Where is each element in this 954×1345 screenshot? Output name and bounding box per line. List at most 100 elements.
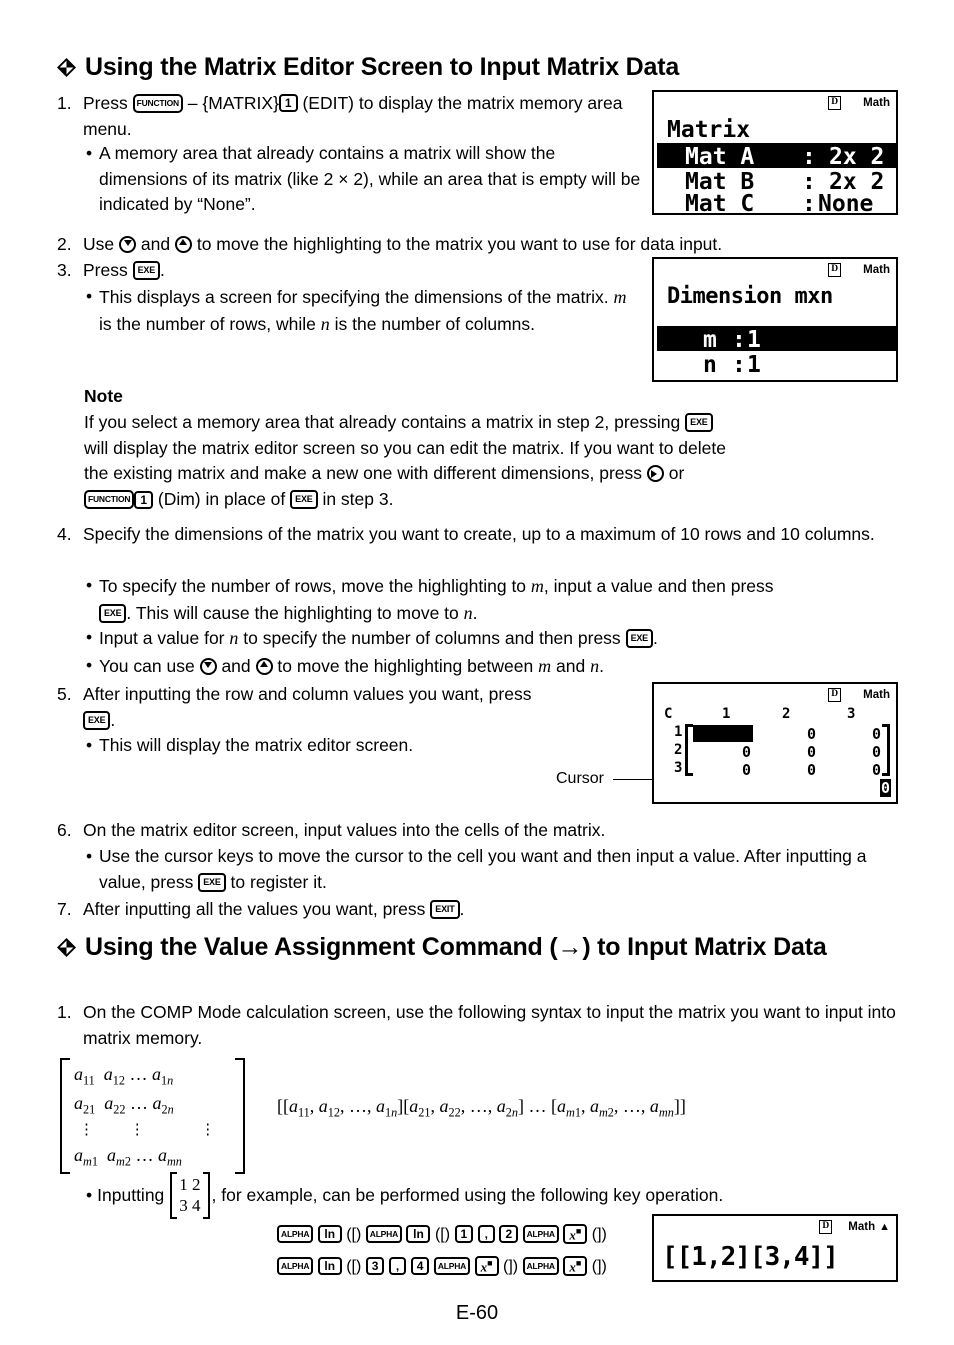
exe-key[interactable]: EXE — [132, 260, 161, 280]
step-3: 3. Press EXE. — [57, 258, 637, 284]
lcd-dimension-row-1-label: n — [703, 352, 717, 378]
lcd-editor-col-header-0: 1 — [722, 706, 731, 722]
numeric-key-2[interactable]: 2 — [499, 1224, 519, 1243]
exe-key[interactable]: EXE — [290, 490, 318, 510]
step-6-text: On the matrix editor screen, input value… — [83, 820, 606, 840]
numeric-key-4[interactable]: 4 — [410, 1256, 430, 1275]
up-arrow-key[interactable] — [174, 235, 192, 253]
matrix-row-3: am1 am2 … amn — [74, 1145, 182, 1169]
x-square-key[interactable]: x■ — [563, 1223, 588, 1244]
down-arrow-key[interactable] — [199, 657, 217, 675]
lcd-dimension-row-0-label: m — [703, 327, 717, 353]
comma-key[interactable]: , — [477, 1224, 495, 1243]
lcd-editor-cell-0-1: 0 — [742, 725, 752, 743]
exe-key[interactable]: EXE — [685, 412, 713, 432]
exe-key[interactable]: EXE — [83, 710, 111, 730]
paren-annotation: (]) — [503, 1258, 519, 1275]
exe-key[interactable]: EXE — [99, 603, 127, 623]
function-key[interactable]: FUNCTION — [84, 490, 135, 509]
matrix-bracket-left — [60, 1058, 70, 1175]
exit-key[interactable]: EXIT — [430, 899, 460, 919]
matrix-bracket-right — [235, 1058, 246, 1175]
x-square-key[interactable]: x■ — [563, 1255, 588, 1276]
lcd-editor-cell-0-3: 0 — [872, 725, 882, 743]
lcd-matrix-title: Matrix — [667, 117, 751, 143]
note-l3b: or — [668, 463, 685, 484]
lcd-editor-row-header-1: 2 — [674, 742, 683, 758]
step-2-number: 2. — [57, 234, 72, 254]
step-4-b2b: to specify the number of columns and the… — [243, 628, 621, 648]
step-3-pre: Press — [83, 260, 128, 280]
comma-key[interactable]: , — [388, 1256, 407, 1275]
lcd-matrix-row-0-sep: : — [802, 144, 816, 170]
step-3-number: 3. — [57, 260, 72, 280]
alpha-key[interactable]: ALPHA — [277, 1224, 314, 1244]
note-title: Note — [84, 386, 123, 406]
bullet-dot: • — [86, 286, 93, 306]
lcd-result-expression: [[1,2][3,4]] — [662, 1242, 839, 1272]
step-5-number: 5. — [57, 684, 72, 704]
function-key[interactable]: FUNCTION — [132, 94, 183, 113]
ln-key[interactable]: ln — [317, 1256, 342, 1275]
down-arrow-key[interactable] — [119, 235, 136, 253]
right-arrow-key[interactable] — [646, 465, 664, 483]
step-5-bullet: • This will display the matrix editor sc… — [86, 733, 626, 759]
bullet-dot: • — [86, 1184, 93, 1205]
note-l1a: If you select a memory area that already… — [84, 412, 681, 432]
numeric-key-1[interactable]: 1 — [454, 1224, 474, 1243]
step-2: 2. Use and to move the highlighting to t… — [57, 232, 897, 258]
alpha-key[interactable]: ALPHA — [277, 1256, 314, 1276]
step-1-bullet: • A memory area that already contains a … — [86, 141, 641, 218]
section-heading-1: Using the Matrix Editor Screen to Input … — [57, 52, 887, 83]
var-n: n — [320, 313, 330, 334]
step-7-text: After inputting all the values you want,… — [83, 899, 426, 919]
exe-key[interactable]: EXE — [198, 872, 226, 892]
lcd-editor-cell-2-2: 0 — [807, 761, 817, 779]
numeric-key-1[interactable]: 1 — [278, 94, 298, 113]
lcd-editor-cell-1-2: 0 — [807, 743, 817, 761]
step-4-b3c: . — [599, 656, 604, 676]
lcd-dimension-title: Dimension mxn — [667, 284, 833, 309]
step-1-pre: Press — [83, 93, 128, 113]
example-pre: Inputting — [97, 1184, 165, 1205]
step-5-period: . — [110, 709, 116, 730]
var-m: m — [613, 287, 627, 307]
var-m: m — [530, 576, 544, 596]
step-5: 5. After inputting the row and column va… — [57, 682, 637, 733]
step-6-b1b: to register it. — [230, 871, 327, 892]
lcd-editor-col-header-2: 3 — [847, 706, 856, 722]
exe-key[interactable]: EXE — [625, 628, 653, 648]
section-heading-2-arrow: → — [557, 933, 583, 961]
step-4-b2c: . — [652, 628, 658, 648]
ln-key[interactable]: ln — [406, 1224, 431, 1243]
alpha-key[interactable]: ALPHA — [522, 1224, 559, 1244]
x-square-key[interactable]: x■ — [474, 1255, 499, 1276]
example-post: , for example, can be performed using th… — [211, 1184, 724, 1205]
key-operation-line-1: ALPHA ln ([) ALPHA ln ([) 1 , 2 ALPHA x■… — [277, 1219, 657, 1251]
example-matrix-bracket-right — [202, 1172, 210, 1219]
note-l4b: in step 3. — [322, 489, 394, 510]
example-matrix-bracket-left — [170, 1172, 178, 1219]
step-4-bullet-1: • To specify the number of rows, move th… — [86, 573, 901, 626]
numeric-key-3[interactable]: 3 — [365, 1256, 385, 1275]
page-footer: E-60 — [455, 1302, 499, 1324]
ln-key[interactable]: ln — [317, 1224, 342, 1243]
step-3-bullet-a: This displays a screen for specifying th… — [99, 287, 609, 307]
alpha-key[interactable]: ALPHA — [365, 1224, 403, 1244]
var-n: n — [590, 656, 600, 676]
note-l2: will display the matrix editor screen so… — [84, 437, 726, 458]
d-indicator: D — [828, 688, 842, 702]
section-heading-1-text: Using the Matrix Editor Screen to Input … — [85, 53, 680, 81]
lcd-matrix-row-0-name: Mat A — [685, 144, 755, 170]
step-5-text: After inputting the row and column value… — [83, 684, 532, 704]
scroll-up-arrow-icon: ▲ — [879, 1221, 890, 1233]
d-indicator: D — [819, 1220, 833, 1234]
alpha-key[interactable]: ALPHA — [522, 1256, 559, 1276]
step-7-number: 7. — [57, 899, 72, 919]
step-2-and: and — [140, 234, 171, 254]
up-arrow-key[interactable] — [255, 657, 273, 675]
alpha-key[interactable]: ALPHA — [433, 1256, 471, 1276]
lcd-editor-cell-2-1: 0 — [742, 761, 752, 779]
math-indicator: Math — [863, 264, 890, 276]
numeric-key-1[interactable]: 1 — [134, 490, 153, 509]
